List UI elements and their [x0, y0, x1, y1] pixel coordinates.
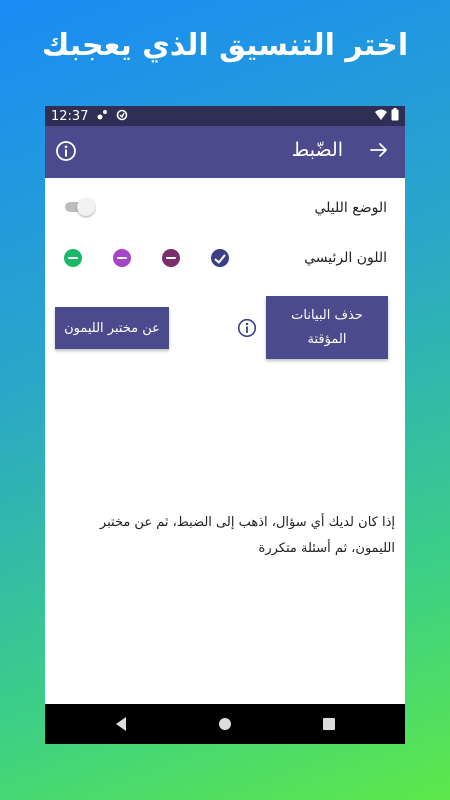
color-swatch-green[interactable] — [64, 249, 82, 267]
square-recents-icon[interactable] — [321, 715, 337, 737]
status-time: 12:37 — [51, 108, 89, 124]
phone-screen: 12:37 الضّبط الوضع الليلي اللون الرئيسي … — [45, 106, 405, 744]
primary-color-label: اللون الرئيسي — [304, 250, 387, 266]
clear-cache-label-line1: حذف البيانات — [291, 307, 363, 323]
circle-home-icon[interactable] — [217, 715, 233, 737]
clear-cache-info-icon[interactable] — [237, 318, 257, 338]
night-mode-toggle[interactable] — [65, 198, 95, 216]
night-mode-label: الوضع الليلي — [314, 200, 388, 216]
page-title: الضّبط — [291, 139, 343, 161]
promo-headline: اختر التنسيق الذي يعجبك — [41, 28, 409, 63]
color-swatch-purple[interactable] — [113, 249, 131, 267]
clear-cache-button[interactable]: حذف البيانات المؤقتة — [266, 296, 388, 359]
color-swatch-navy[interactable] — [211, 249, 229, 267]
wifi-icon — [375, 109, 387, 125]
battery-icon — [391, 108, 399, 125]
about-button[interactable]: عن مختبر الليمون — [55, 307, 169, 349]
system-nav-bar — [45, 704, 405, 744]
triangle-back-icon[interactable] — [113, 715, 129, 737]
clear-cache-label-line2: المؤقتة — [307, 331, 347, 347]
app-bar: الضّبط — [45, 126, 405, 178]
color-swatch-plum[interactable] — [162, 249, 180, 267]
check-icon — [213, 251, 227, 270]
arrow-back-icon[interactable] — [367, 138, 391, 162]
status-bar: 12:37 — [45, 106, 405, 126]
help-text: إذا كان لديك أي سؤال، اذهب إلى الضبط، ثم… — [99, 515, 395, 556]
notification-icon — [96, 109, 108, 124]
info-icon[interactable] — [55, 140, 77, 162]
sync-icon — [116, 109, 128, 124]
settings-content: الوضع الليلي اللون الرئيسي حذف البيانات … — [45, 178, 405, 704]
